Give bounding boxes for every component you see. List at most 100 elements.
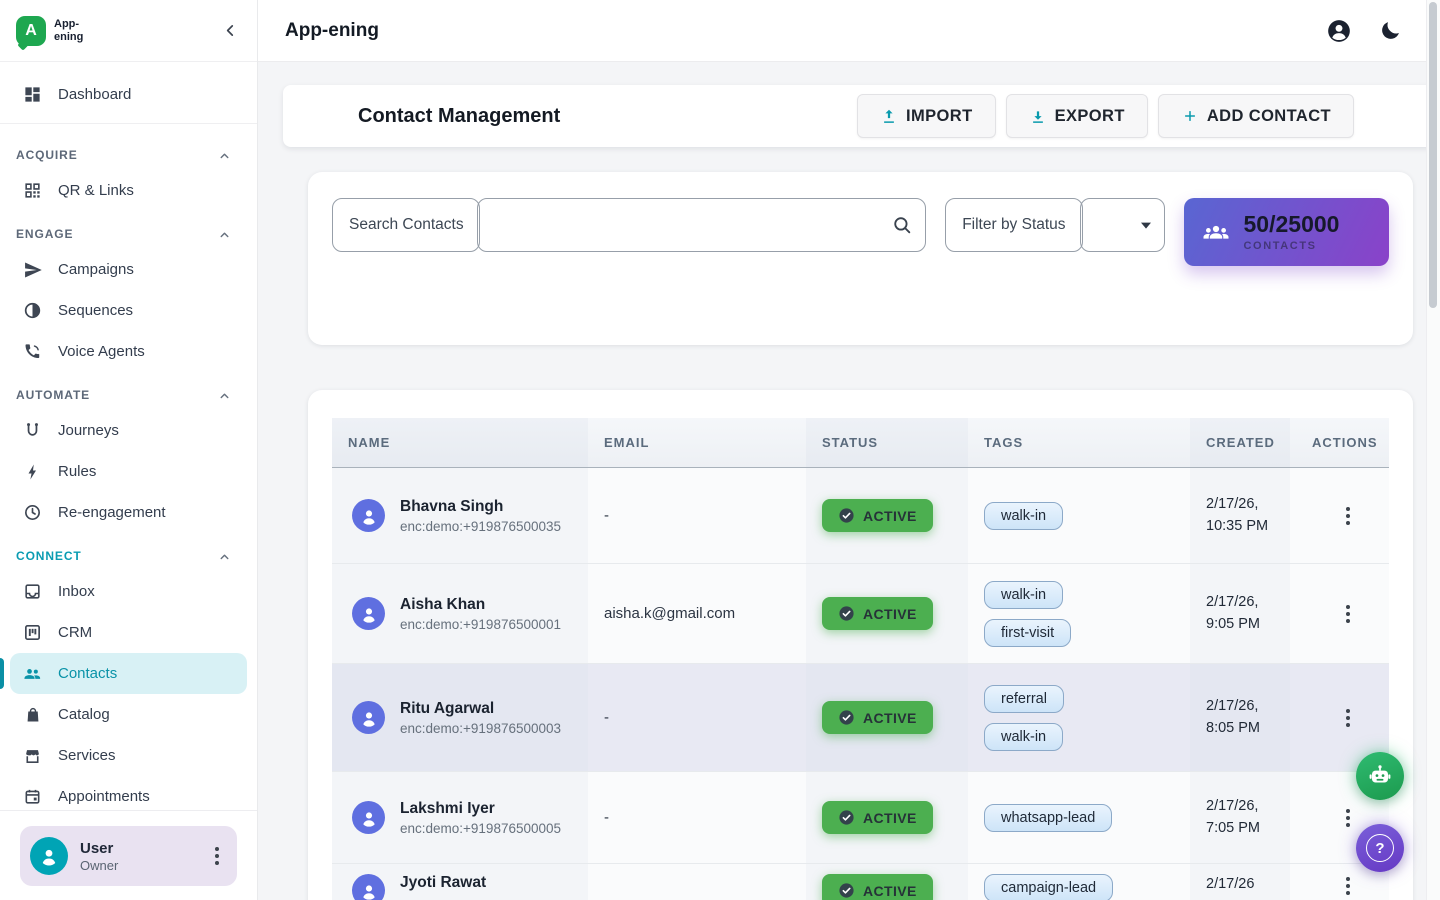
sidebar-item-rules[interactable]: Rules xyxy=(0,451,257,492)
topbar: App-ening xyxy=(258,0,1440,62)
vertical-dots-icon xyxy=(1346,884,1350,888)
sidebar-item-crm[interactable]: CRM xyxy=(0,612,257,653)
import-button[interactable]: IMPORT xyxy=(857,94,996,138)
person-icon xyxy=(38,845,60,867)
sidebar-item-catalog[interactable]: Catalog xyxy=(0,694,257,735)
contact-name: Jyoti Rawat xyxy=(400,874,486,892)
groups-icon xyxy=(1201,217,1231,247)
chatbot-fab[interactable] xyxy=(1356,752,1404,800)
contact-status-cell: ACTIVE xyxy=(806,468,968,563)
sidebar-item-dashboard[interactable]: Dashboard xyxy=(0,74,257,115)
chevron-left-icon xyxy=(222,22,239,39)
sidebar-item-voice-agents[interactable]: Voice Agents xyxy=(0,331,257,372)
app-logo-text: App- ening xyxy=(54,18,83,42)
status-badge: ACTIVE xyxy=(822,499,933,532)
sidebar-item-services[interactable]: Services xyxy=(0,735,257,776)
row-menu-button[interactable] xyxy=(1336,874,1360,898)
download-icon xyxy=(1029,107,1047,125)
contact-name-cell: Ritu Agarwalenc:demo:+919876500003 xyxy=(332,664,588,771)
section-label: ENGAGE xyxy=(16,227,73,241)
status-select-label: Filter by Status xyxy=(945,198,1083,252)
contact-avatar-icon xyxy=(352,801,385,834)
vertical-dots-icon xyxy=(1346,612,1350,616)
contact-avatar-icon xyxy=(352,701,385,734)
sidebar-collapse-button[interactable] xyxy=(222,22,239,39)
filter-row: Search Contacts Filter by Status 50/2500… xyxy=(332,198,1389,266)
sidebar-item-sequences[interactable]: Sequences xyxy=(0,290,257,331)
table-row[interactable]: Bhavna Singhenc:demo:+919876500035 - ACT… xyxy=(332,468,1389,563)
calendar-icon xyxy=(22,786,43,807)
contact-email-cell: - xyxy=(588,772,806,863)
sidebar-item-label: Catalog xyxy=(58,706,110,723)
table-row[interactable]: Aisha Khanenc:demo:+919876500001 aisha.k… xyxy=(332,563,1389,663)
check-circle-icon xyxy=(838,882,855,899)
dark-mode-toggle[interactable] xyxy=(1379,19,1402,42)
vertical-dots-icon[interactable] xyxy=(215,854,219,858)
contact-name: Aisha Khan xyxy=(400,596,561,614)
check-circle-icon xyxy=(838,809,855,826)
row-menu-button[interactable] xyxy=(1336,706,1360,730)
row-menu-button[interactable] xyxy=(1336,504,1360,528)
table-row[interactable]: Lakshmi Iyerenc:demo:+919876500005 - ACT… xyxy=(332,771,1389,863)
status-label: ACTIVE xyxy=(863,710,917,726)
contact-avatar-icon xyxy=(352,499,385,532)
section-label: CONNECT xyxy=(16,549,82,563)
contact-phone: enc:demo:+919876500005 xyxy=(400,821,561,836)
export-button[interactable]: EXPORT xyxy=(1006,94,1148,138)
contact-status-cell: ACTIVE xyxy=(806,864,968,900)
section-header-connect[interactable]: CONNECT xyxy=(0,533,257,571)
row-menu-button[interactable] xyxy=(1336,602,1360,626)
user-role: Owner xyxy=(80,858,118,873)
section-title: Contact Management xyxy=(358,105,560,128)
sidebar: A App- ening Dashboard ACQUIRE xyxy=(0,0,258,900)
user-card[interactable]: User Owner xyxy=(20,826,237,886)
row-menu-button[interactable] xyxy=(1336,806,1360,830)
help-icon: ? xyxy=(1366,834,1394,862)
app-root: A App- ening Dashboard ACQUIRE xyxy=(0,0,1440,900)
contact-email-cell xyxy=(588,864,806,900)
import-label: IMPORT xyxy=(906,107,973,126)
scrollbar-thumb[interactable] xyxy=(1429,2,1437,308)
contact-tags-cell: walk-in xyxy=(968,468,1190,563)
chevron-up-icon xyxy=(218,389,231,402)
sidebar-header: A App- ening xyxy=(0,0,257,62)
sidebar-item-appointments[interactable]: Appointments xyxy=(0,776,257,810)
account-button[interactable] xyxy=(1326,18,1352,44)
dashboard-icon xyxy=(22,84,43,105)
tag-chip: first-visit xyxy=(984,619,1071,647)
contact-avatar-icon xyxy=(352,597,385,630)
sidebar-item-reengagement[interactable]: Re-engagement xyxy=(0,492,257,533)
chevron-up-icon xyxy=(218,228,231,241)
section-header-engage[interactable]: ENGAGE xyxy=(0,211,257,249)
status-filter-select[interactable]: Filter by Status xyxy=(945,198,1164,252)
contact-tags-cell: whatsapp-lead xyxy=(968,772,1190,863)
clock-icon xyxy=(22,502,43,523)
sidebar-item-campaigns[interactable]: Campaigns xyxy=(0,249,257,290)
sidebar-item-qr-links[interactable]: QR & Links xyxy=(0,170,257,211)
app-logo[interactable]: A App- ening xyxy=(16,16,83,46)
contact-name: Lakshmi Iyer xyxy=(400,800,561,818)
contact-tags-cell: walk-in first-visit xyxy=(968,564,1190,663)
add-contact-button[interactable]: ADD CONTACT xyxy=(1158,94,1354,138)
table-row[interactable]: Jyoti Rawat ACTIVE campaign-lead 2/17/26 xyxy=(332,863,1389,900)
user-info: User Owner xyxy=(80,840,118,873)
toolbar-buttons: IMPORT EXPORT ADD CONTACT xyxy=(857,94,1354,138)
help-fab[interactable]: ? xyxy=(1356,824,1404,872)
upload-icon xyxy=(880,107,898,125)
contacts-count-value: 50/25000 xyxy=(1244,212,1340,237)
check-circle-icon xyxy=(838,709,855,726)
tag-chip: walk-in xyxy=(984,581,1063,609)
user-name: User xyxy=(80,840,118,857)
contact-name-cell: Lakshmi Iyer enc:demo:+919876500005 xyxy=(332,772,588,863)
check-circle-icon xyxy=(838,605,855,622)
table-row-highlighted[interactable]: Ritu Agarwalenc:demo:+919876500003 - ACT… xyxy=(332,663,1389,771)
sidebar-item-inbox[interactable]: Inbox xyxy=(0,571,257,612)
section-header-acquire[interactable]: ACQUIRE xyxy=(0,132,257,170)
section-header-automate[interactable]: AUTOMATE xyxy=(0,372,257,410)
search-input[interactable]: Search Contacts xyxy=(332,198,926,252)
contact-created-cell: 2/17/26,10:35 PM xyxy=(1190,468,1290,563)
status-label: ACTIVE xyxy=(863,508,917,524)
sidebar-item-contacts[interactable]: Contacts xyxy=(10,653,247,694)
sidebar-item-journeys[interactable]: Journeys xyxy=(0,410,257,451)
contact-name-cell: Aisha Khanenc:demo:+919876500001 xyxy=(332,564,588,663)
